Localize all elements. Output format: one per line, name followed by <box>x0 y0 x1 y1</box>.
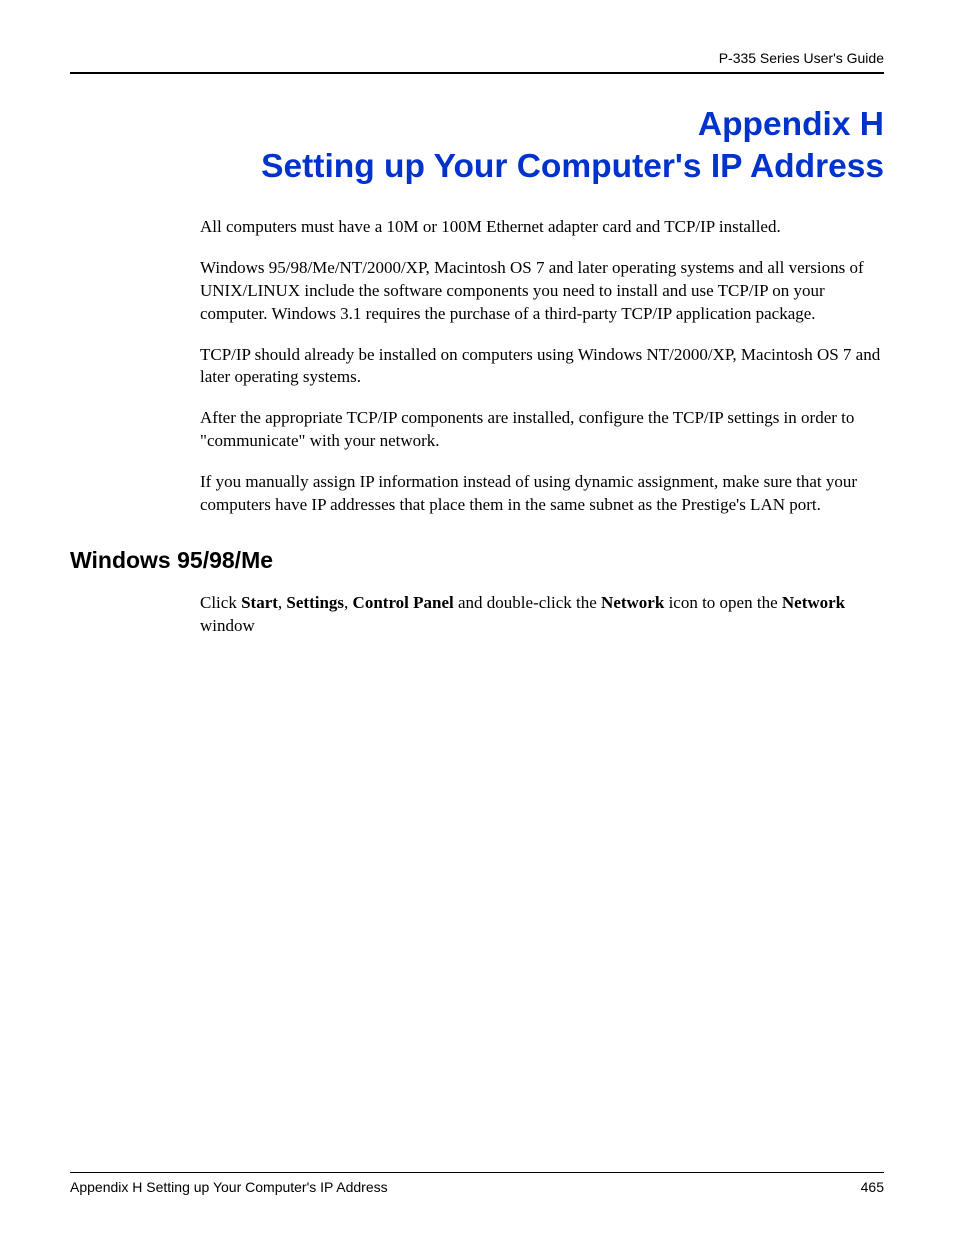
footer: Appendix H Setting up Your Computer's IP… <box>70 1172 884 1195</box>
footer-rule <box>70 1172 884 1173</box>
page-number: 465 <box>861 1179 884 1195</box>
paragraph: TCP/IP should already be installed on co… <box>200 344 884 390</box>
header-rule <box>70 72 884 74</box>
footer-text: Appendix H Setting up Your Computer's IP… <box>70 1179 388 1195</box>
running-header: P-335 Series User's Guide <box>70 50 884 72</box>
page: P-335 Series User's Guide Appendix H Set… <box>0 0 954 1235</box>
appendix-title: Setting up Your Computer's IP Address <box>70 146 884 188</box>
section-heading: Windows 95/98/Me <box>70 547 884 574</box>
guide-title: P-335 Series User's Guide <box>719 50 884 66</box>
section-body: Click Start, Settings, Control Panel and… <box>200 592 884 638</box>
instruction-line: Click Start, Settings, Control Panel and… <box>200 592 884 638</box>
paragraph: After the appropriate TCP/IP components … <box>200 407 884 453</box>
intro-paragraphs: All computers must have a 10M or 100M Et… <box>200 216 884 517</box>
paragraph: Windows 95/98/Me/NT/2000/XP, Macintosh O… <box>200 257 884 326</box>
title-block: Appendix H Setting up Your Computer's IP… <box>70 104 884 188</box>
appendix-label: Appendix H <box>70 104 884 146</box>
paragraph: All computers must have a 10M or 100M Et… <box>200 216 884 239</box>
paragraph: If you manually assign IP information in… <box>200 471 884 517</box>
